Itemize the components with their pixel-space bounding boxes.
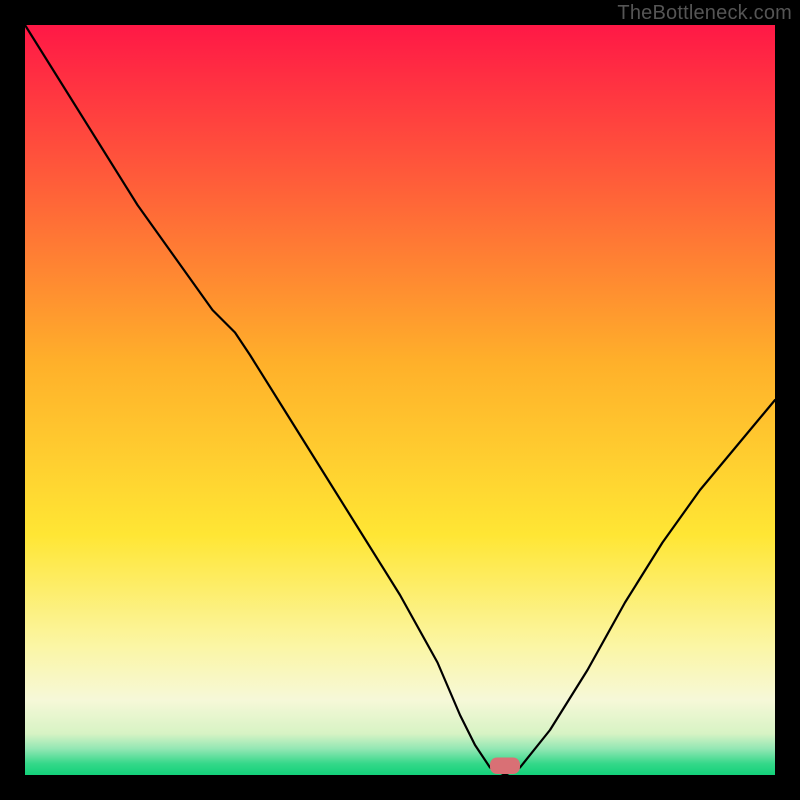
plot-svg (25, 25, 775, 775)
background-gradient (25, 25, 775, 775)
watermark-text: TheBottleneck.com (617, 2, 792, 25)
optimal-marker (490, 758, 520, 775)
chart-frame: TheBottleneck.com (0, 0, 800, 800)
plot-area (25, 25, 775, 775)
